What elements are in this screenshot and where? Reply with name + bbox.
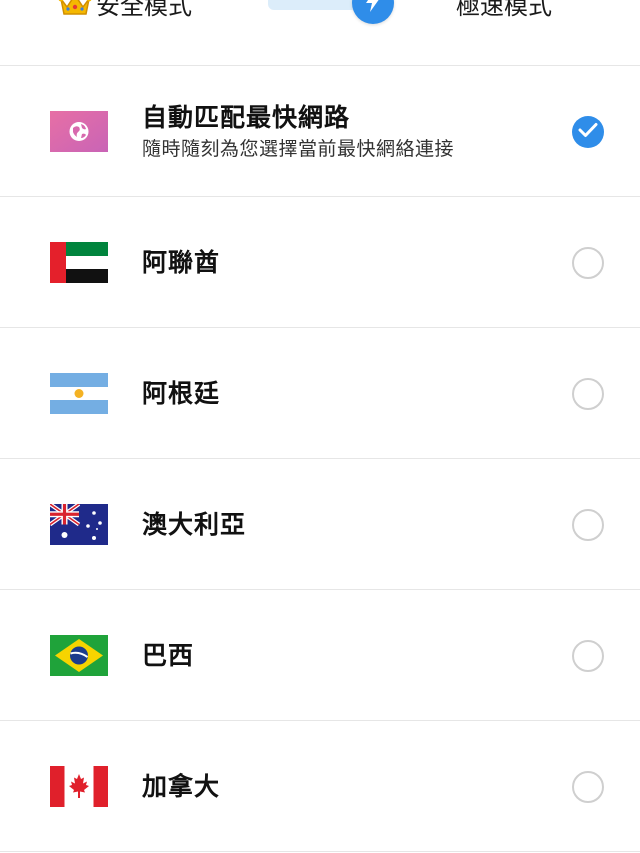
australia-flag-icon bbox=[50, 504, 108, 545]
route-title: 澳大利亞 bbox=[142, 509, 247, 539]
route-item-text: 自動匹配最快網路 隨時隨刻為您選擇當前最快網絡連接 bbox=[142, 66, 454, 197]
route-radio[interactable] bbox=[572, 247, 604, 279]
safe-mode-label: 安全模式 bbox=[96, 0, 192, 20]
globe-icon bbox=[50, 111, 108, 152]
checkmark-icon bbox=[578, 122, 598, 142]
route-item-text: 阿根廷 bbox=[142, 328, 220, 459]
route-item-brazil[interactable]: 巴西 bbox=[0, 590, 640, 721]
lightning-icon bbox=[363, 0, 383, 17]
mode-switch-bar: 安全模式 極速模式 bbox=[0, 0, 640, 66]
route-radio[interactable] bbox=[572, 771, 604, 803]
route-list: 自動匹配最快網路 隨時隨刻為您選擇當前最快網絡連接 阿聯酋 阿根廷 澳大利亞 巴… bbox=[0, 66, 640, 852]
route-item-text: 加拿大 bbox=[142, 721, 220, 852]
fast-mode-option[interactable]: 極速模式 bbox=[456, 0, 552, 20]
route-item-uae[interactable]: 阿聯酋 bbox=[0, 197, 640, 328]
route-item-australia[interactable]: 澳大利亞 bbox=[0, 459, 640, 590]
route-item-text: 巴西 bbox=[142, 590, 194, 721]
fast-mode-label: 極速模式 bbox=[456, 0, 552, 20]
route-title: 阿根廷 bbox=[142, 378, 221, 408]
route-item-canada[interactable]: 加拿大 bbox=[0, 721, 640, 852]
route-item-auto[interactable]: 自動匹配最快網路 隨時隨刻為您選擇當前最快網絡連接 bbox=[0, 66, 640, 197]
crown-icon bbox=[58, 0, 92, 17]
route-item-argentina[interactable]: 阿根廷 bbox=[0, 328, 640, 459]
uae-flag-icon bbox=[50, 242, 108, 283]
brazil-flag-icon bbox=[50, 635, 108, 676]
route-radio[interactable] bbox=[572, 509, 604, 541]
route-item-text: 澳大利亞 bbox=[142, 459, 246, 590]
mode-toggle-knob[interactable] bbox=[352, 0, 394, 24]
route-title: 加拿大 bbox=[142, 771, 221, 801]
route-subtitle: 隨時隨刻為您選擇當前最快網絡連接 bbox=[142, 137, 455, 160]
safe-mode-option[interactable]: 安全模式 bbox=[58, 0, 192, 20]
route-radio-selected[interactable] bbox=[572, 116, 604, 148]
route-radio[interactable] bbox=[572, 378, 604, 410]
route-radio[interactable] bbox=[572, 640, 604, 672]
route-title: 自動匹配最快網路 bbox=[142, 102, 351, 132]
route-title: 巴西 bbox=[142, 640, 195, 670]
route-title: 阿聯酋 bbox=[142, 247, 221, 277]
canada-flag-icon bbox=[50, 766, 108, 807]
route-item-text: 阿聯酋 bbox=[142, 197, 220, 328]
argentina-flag-icon bbox=[50, 373, 108, 414]
